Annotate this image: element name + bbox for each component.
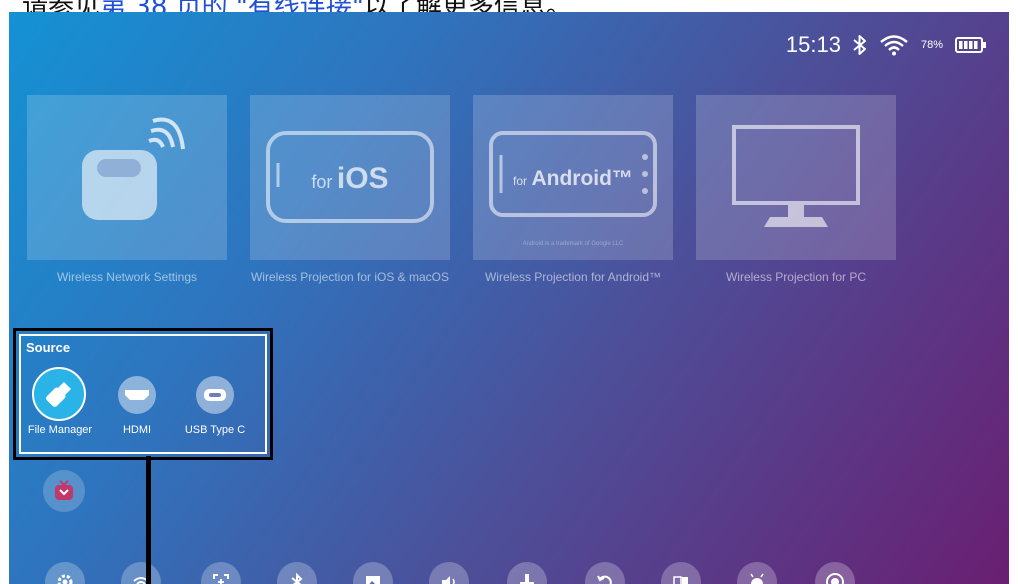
android-trademark-footnote: Android is a trademark of Google LLC (522, 241, 624, 247)
tile-wireless-network-settings[interactable] (27, 95, 227, 260)
callout-leader-line (146, 456, 151, 584)
tile-wireless-projection-android[interactable]: for Android™ Android is a trademark of G… (473, 95, 673, 260)
tile-wireless-projection-ios[interactable]: for iOS (250, 95, 450, 260)
dock-audio[interactable] (429, 562, 469, 584)
file-manager-button[interactable] (32, 367, 86, 421)
android-overlay-name: Android™ (531, 167, 633, 190)
dock-reset[interactable] (585, 562, 625, 584)
ios-overlay-prefix: for (311, 172, 333, 192)
android-overlay-prefix: for (513, 174, 528, 188)
tile-label-wireless-network-settings: Wireless Network Settings (56, 270, 198, 284)
source-label-hdmi: HDMI (122, 424, 152, 436)
hdmi-button[interactable] (118, 376, 156, 414)
source-title: Source (26, 340, 71, 355)
dock-display-mode[interactable] (661, 562, 701, 584)
usb-type-c-button[interactable] (196, 376, 234, 414)
android-icon (750, 573, 764, 584)
dock-settings[interactable] (45, 562, 85, 584)
source-label-file-manager: File Manager (27, 424, 93, 436)
hdmi-icon (125, 390, 149, 400)
tile-label-pc: Wireless Projection for PC (725, 270, 867, 284)
ios-overlay-name: iOS (336, 162, 389, 195)
dock-android[interactable] (737, 562, 777, 584)
projector-home-screen: 15:13 78% Wireless Network Settings for … (9, 12, 1009, 584)
usb-drive-icon (46, 381, 72, 407)
battery-icon (955, 37, 987, 53)
dock-wifi[interactable] (121, 562, 161, 584)
monitor-icon (732, 125, 860, 227)
status-time: 15:13 (785, 32, 841, 57)
projector-icon (826, 573, 844, 584)
tile-label-android: Wireless Projection for Android™ (484, 270, 662, 284)
dock-screen-adjust[interactable] (201, 562, 241, 584)
dock-brightness[interactable] (507, 562, 547, 584)
tile-wireless-projection-pc[interactable] (696, 95, 896, 260)
wireless-network-icon (82, 117, 185, 220)
ios-overlay: for iOS (250, 162, 450, 196)
tv-app-button[interactable] (43, 470, 85, 512)
brightness-icon (520, 574, 534, 584)
android-overlay: for Android™ (473, 167, 673, 191)
audio-icon (442, 576, 455, 584)
tile-label-ios: Wireless Projection for iOS & macOS (250, 270, 450, 284)
tv-app-icon (55, 480, 73, 500)
screen-adjust-icon (213, 574, 229, 584)
display-mode-icon (673, 576, 688, 584)
reset-icon (597, 575, 612, 584)
usb-type-c-icon (204, 389, 226, 401)
source-label-usb-type-c: USB Type C (184, 424, 246, 436)
bluetooth-icon (853, 34, 867, 56)
wifi-icon (879, 34, 909, 56)
dock-image[interactable] (353, 562, 393, 584)
bluetooth-icon (291, 573, 303, 584)
image-icon (366, 576, 380, 584)
status-bar: 15:13 78% (786, 32, 987, 58)
dock-bluetooth[interactable] (277, 562, 317, 584)
settings-icon (57, 574, 73, 584)
dock-projector[interactable] (815, 562, 855, 584)
battery-percent: 78% (920, 39, 943, 51)
